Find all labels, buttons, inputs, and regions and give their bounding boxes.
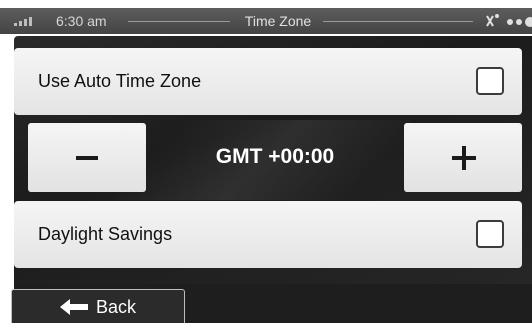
- back-arrow-icon: [60, 299, 88, 315]
- daylight-savings-label: Daylight Savings: [38, 224, 173, 244]
- use-auto-time-zone-label: Use Auto Time Zone: [38, 71, 202, 91]
- time-zone-screen: 6:30 am Time Zone Use Auto Time Zone GMT…: [0, 0, 532, 323]
- gmt-offset-value: GMT +00:00: [215, 145, 335, 168]
- use-auto-time-zone-row[interactable]: Use Auto Time Zone: [14, 48, 522, 115]
- plus-icon-vertical-bar: [462, 146, 466, 170]
- increase-offset-button[interactable]: [404, 123, 522, 192]
- back-button[interactable]: Back: [11, 289, 185, 323]
- minus-icon: [76, 156, 98, 160]
- gps-satellite-icon: [486, 14, 532, 27]
- signal-strength-icon: [14, 17, 36, 26]
- page-title: Time Zone: [244, 13, 312, 29]
- title-divider-left: [128, 21, 230, 22]
- status-bar: 6:30 am Time Zone: [0, 8, 532, 34]
- title-divider-right: [323, 21, 473, 22]
- decrease-offset-button[interactable]: [28, 123, 146, 192]
- back-label: Back: [96, 297, 137, 317]
- daylight-savings-row[interactable]: Daylight Savings: [14, 201, 522, 268]
- use-auto-time-zone-checkbox[interactable]: [476, 67, 504, 95]
- daylight-savings-checkbox[interactable]: [476, 220, 504, 248]
- clock-time: 6:30 am: [56, 13, 107, 29]
